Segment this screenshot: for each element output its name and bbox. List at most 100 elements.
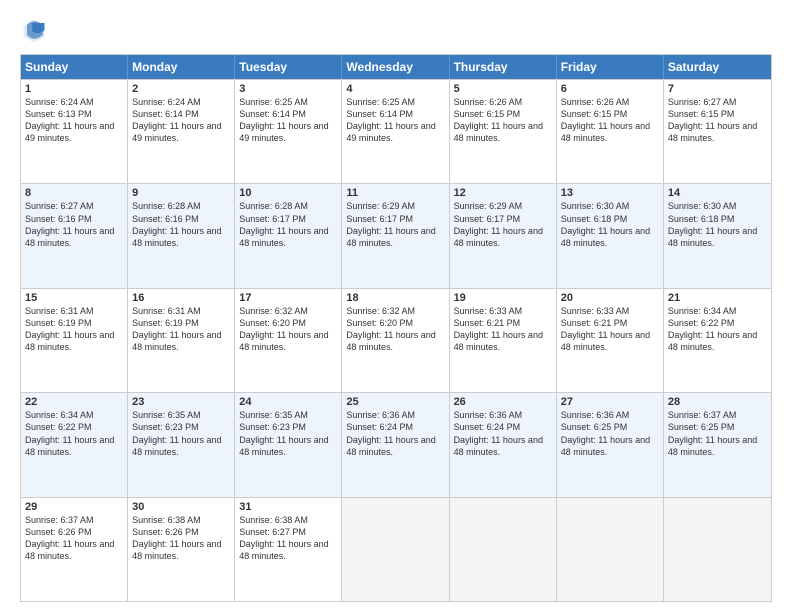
header-day-thursday: Thursday <box>450 55 557 79</box>
calendar: SundayMondayTuesdayWednesdayThursdayFrid… <box>20 54 772 602</box>
day-number: 4 <box>346 83 444 95</box>
calendar-cell <box>557 498 664 601</box>
header <box>20 16 772 44</box>
generalblue-logo-icon <box>20 16 48 44</box>
calendar-week-2: 8Sunrise: 6:27 AMSunset: 6:16 PMDaylight… <box>21 183 771 287</box>
day-info: Sunrise: 6:25 AMSunset: 6:14 PMDaylight:… <box>346 96 444 145</box>
calendar-cell: 24Sunrise: 6:35 AMSunset: 6:23 PMDayligh… <box>235 393 342 496</box>
day-info: Sunrise: 6:24 AMSunset: 6:14 PMDaylight:… <box>132 96 230 145</box>
day-number: 11 <box>346 187 444 199</box>
logo <box>20 16 52 44</box>
day-info: Sunrise: 6:32 AMSunset: 6:20 PMDaylight:… <box>346 305 444 354</box>
page: SundayMondayTuesdayWednesdayThursdayFrid… <box>0 0 792 612</box>
calendar-cell: 26Sunrise: 6:36 AMSunset: 6:24 PMDayligh… <box>450 393 557 496</box>
day-number: 30 <box>132 501 230 513</box>
day-info: Sunrise: 6:32 AMSunset: 6:20 PMDaylight:… <box>239 305 337 354</box>
calendar-cell: 5Sunrise: 6:26 AMSunset: 6:15 PMDaylight… <box>450 80 557 183</box>
calendar-cell <box>450 498 557 601</box>
day-info: Sunrise: 6:30 AMSunset: 6:18 PMDaylight:… <box>668 200 767 249</box>
calendar-cell: 7Sunrise: 6:27 AMSunset: 6:15 PMDaylight… <box>664 80 771 183</box>
day-number: 23 <box>132 396 230 408</box>
day-info: Sunrise: 6:36 AMSunset: 6:24 PMDaylight:… <box>454 409 552 458</box>
day-info: Sunrise: 6:27 AMSunset: 6:16 PMDaylight:… <box>25 200 123 249</box>
day-info: Sunrise: 6:28 AMSunset: 6:16 PMDaylight:… <box>132 200 230 249</box>
calendar-body: 1Sunrise: 6:24 AMSunset: 6:13 PMDaylight… <box>21 79 771 601</box>
day-info: Sunrise: 6:30 AMSunset: 6:18 PMDaylight:… <box>561 200 659 249</box>
calendar-cell: 2Sunrise: 6:24 AMSunset: 6:14 PMDaylight… <box>128 80 235 183</box>
calendar-cell: 15Sunrise: 6:31 AMSunset: 6:19 PMDayligh… <box>21 289 128 392</box>
day-number: 19 <box>454 292 552 304</box>
calendar-cell: 4Sunrise: 6:25 AMSunset: 6:14 PMDaylight… <box>342 80 449 183</box>
day-number: 28 <box>668 396 767 408</box>
calendar-cell: 28Sunrise: 6:37 AMSunset: 6:25 PMDayligh… <box>664 393 771 496</box>
day-info: Sunrise: 6:25 AMSunset: 6:14 PMDaylight:… <box>239 96 337 145</box>
day-number: 21 <box>668 292 767 304</box>
day-info: Sunrise: 6:35 AMSunset: 6:23 PMDaylight:… <box>239 409 337 458</box>
day-info: Sunrise: 6:24 AMSunset: 6:13 PMDaylight:… <box>25 96 123 145</box>
calendar-cell: 23Sunrise: 6:35 AMSunset: 6:23 PMDayligh… <box>128 393 235 496</box>
day-info: Sunrise: 6:29 AMSunset: 6:17 PMDaylight:… <box>454 200 552 249</box>
calendar-cell: 19Sunrise: 6:33 AMSunset: 6:21 PMDayligh… <box>450 289 557 392</box>
day-info: Sunrise: 6:35 AMSunset: 6:23 PMDaylight:… <box>132 409 230 458</box>
day-info: Sunrise: 6:33 AMSunset: 6:21 PMDaylight:… <box>561 305 659 354</box>
header-day-wednesday: Wednesday <box>342 55 449 79</box>
calendar-week-1: 1Sunrise: 6:24 AMSunset: 6:13 PMDaylight… <box>21 79 771 183</box>
calendar-cell: 14Sunrise: 6:30 AMSunset: 6:18 PMDayligh… <box>664 184 771 287</box>
day-number: 31 <box>239 501 337 513</box>
calendar-cell: 16Sunrise: 6:31 AMSunset: 6:19 PMDayligh… <box>128 289 235 392</box>
day-number: 16 <box>132 292 230 304</box>
calendar-cell: 31Sunrise: 6:38 AMSunset: 6:27 PMDayligh… <box>235 498 342 601</box>
day-info: Sunrise: 6:37 AMSunset: 6:26 PMDaylight:… <box>25 514 123 563</box>
day-info: Sunrise: 6:26 AMSunset: 6:15 PMDaylight:… <box>454 96 552 145</box>
calendar-cell: 21Sunrise: 6:34 AMSunset: 6:22 PMDayligh… <box>664 289 771 392</box>
calendar-cell: 18Sunrise: 6:32 AMSunset: 6:20 PMDayligh… <box>342 289 449 392</box>
day-number: 25 <box>346 396 444 408</box>
day-info: Sunrise: 6:27 AMSunset: 6:15 PMDaylight:… <box>668 96 767 145</box>
header-day-tuesday: Tuesday <box>235 55 342 79</box>
day-number: 2 <box>132 83 230 95</box>
day-number: 22 <box>25 396 123 408</box>
calendar-cell: 13Sunrise: 6:30 AMSunset: 6:18 PMDayligh… <box>557 184 664 287</box>
day-info: Sunrise: 6:28 AMSunset: 6:17 PMDaylight:… <box>239 200 337 249</box>
day-info: Sunrise: 6:26 AMSunset: 6:15 PMDaylight:… <box>561 96 659 145</box>
calendar-cell: 22Sunrise: 6:34 AMSunset: 6:22 PMDayligh… <box>21 393 128 496</box>
calendar-cell: 6Sunrise: 6:26 AMSunset: 6:15 PMDaylight… <box>557 80 664 183</box>
calendar-cell: 10Sunrise: 6:28 AMSunset: 6:17 PMDayligh… <box>235 184 342 287</box>
calendar-cell: 8Sunrise: 6:27 AMSunset: 6:16 PMDaylight… <box>21 184 128 287</box>
day-info: Sunrise: 6:36 AMSunset: 6:24 PMDaylight:… <box>346 409 444 458</box>
day-number: 9 <box>132 187 230 199</box>
calendar-cell: 9Sunrise: 6:28 AMSunset: 6:16 PMDaylight… <box>128 184 235 287</box>
day-number: 14 <box>668 187 767 199</box>
day-info: Sunrise: 6:38 AMSunset: 6:27 PMDaylight:… <box>239 514 337 563</box>
calendar-cell: 1Sunrise: 6:24 AMSunset: 6:13 PMDaylight… <box>21 80 128 183</box>
day-number: 18 <box>346 292 444 304</box>
calendar-week-3: 15 Sunrise: 6:31 AMSunset: 6:19 PMDayligh… <box>21 288 771 392</box>
calendar-cell: 29Sunrise: 6:37 AMSunset: 6:26 PMDayligh… <box>21 498 128 601</box>
day-info: Sunrise: 6:36 AMSunset: 6:25 PMDaylight:… <box>561 409 659 458</box>
calendar-cell: 17Sunrise: 6:32 AMSunset: 6:20 PMDayligh… <box>235 289 342 392</box>
day-number: 29 <box>25 501 123 513</box>
day-number: 13 <box>561 187 659 199</box>
day-number: 20 <box>561 292 659 304</box>
calendar-week-5: 29Sunrise: 6:37 AMSunset: 6:26 PMDayligh… <box>21 497 771 601</box>
day-number: 3 <box>239 83 337 95</box>
day-info: Sunrise: 6:31 AMSunset: 6:19 PMDaylight:… <box>132 305 230 354</box>
calendar-cell <box>664 498 771 601</box>
header-day-monday: Monday <box>128 55 235 79</box>
header-day-friday: Friday <box>557 55 664 79</box>
calendar-cell: 12Sunrise: 6:29 AMSunset: 6:17 PMDayligh… <box>450 184 557 287</box>
calendar-cell <box>342 498 449 601</box>
day-number: 15 <box>25 292 123 304</box>
calendar-cell: 30Sunrise: 6:38 AMSunset: 6:26 PMDayligh… <box>128 498 235 601</box>
calendar-cell: 27Sunrise: 6:36 AMSunset: 6:25 PMDayligh… <box>557 393 664 496</box>
day-info: Sunrise: 6:34 AMSunset: 6:22 PMDaylight:… <box>25 409 123 458</box>
day-info: Sunrise: 6:29 AMSunset: 6:17 PMDaylight:… <box>346 200 444 249</box>
day-info: Sunrise: 6:38 AMSunset: 6:26 PMDaylight:… <box>132 514 230 563</box>
day-number: 1 <box>25 83 123 95</box>
calendar-week-4: 22Sunrise: 6:34 AMSunset: 6:22 PMDayligh… <box>21 392 771 496</box>
day-number: 10 <box>239 187 337 199</box>
calendar-header: SundayMondayTuesdayWednesdayThursdayFrid… <box>21 55 771 79</box>
calendar-cell: 20Sunrise: 6:33 AMSunset: 6:21 PMDayligh… <box>557 289 664 392</box>
day-info: Sunrise: 6:37 AMSunset: 6:25 PMDaylight:… <box>668 409 767 458</box>
day-info: Sunrise: 6:34 AMSunset: 6:22 PMDaylight:… <box>668 305 767 354</box>
